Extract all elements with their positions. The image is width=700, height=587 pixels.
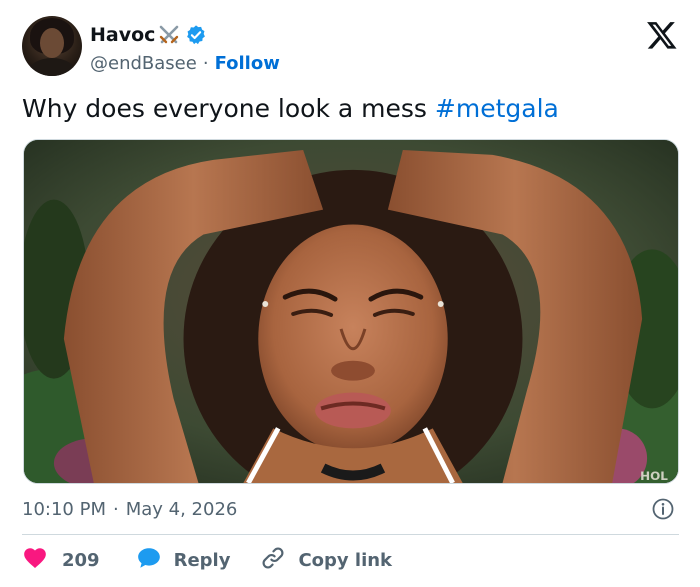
tweet-date[interactable]: May 4, 2026 <box>126 499 238 520</box>
link-icon <box>260 545 286 576</box>
follow-button[interactable]: Follow <box>215 53 280 74</box>
x-logo-icon[interactable] <box>646 19 678 51</box>
handle-separator: · <box>202 52 209 74</box>
media-photo: HOL <box>24 140 678 483</box>
meta-separator: · <box>112 498 119 520</box>
hashtag-link[interactable]: #metgala <box>435 94 559 123</box>
heart-icon <box>22 545 48 576</box>
author-name-row: Havoc <box>90 22 207 48</box>
media-watermark: HOL <box>640 469 668 483</box>
tweet-header: Havoc @endBasee · Follow <box>22 16 682 78</box>
author-handle[interactable]: @endBasee <box>90 53 197 74</box>
copy-link-button[interactable]: Copy link <box>260 545 392 576</box>
like-button[interactable]: 209 <box>22 545 100 576</box>
tweet-meta: 10:10 PM · May 4, 2026 <box>22 496 237 522</box>
tweet-body-text: Why does everyone look a mess <box>22 94 435 123</box>
divider <box>22 534 679 535</box>
reply-label: Reply <box>173 549 231 571</box>
reply-bubble-icon <box>136 545 162 576</box>
action-bar: 209 Reply Copy link <box>22 545 392 575</box>
crossed-swords-icon <box>158 24 180 46</box>
tweet-text: Why does everyone look a mess #metgala <box>22 93 559 125</box>
info-icon[interactable] <box>651 497 675 521</box>
author-name[interactable]: Havoc <box>90 24 155 46</box>
reply-button[interactable]: Reply <box>136 545 231 576</box>
author-handle-row: @endBasee · Follow <box>90 51 280 75</box>
tweet-time[interactable]: 10:10 PM <box>22 499 106 520</box>
avatar[interactable] <box>22 16 82 76</box>
tweet-media-image[interactable]: HOL <box>23 139 679 484</box>
verified-badge-icon <box>185 24 207 46</box>
copy-link-label: Copy link <box>298 549 393 571</box>
like-count: 209 <box>62 549 100 571</box>
